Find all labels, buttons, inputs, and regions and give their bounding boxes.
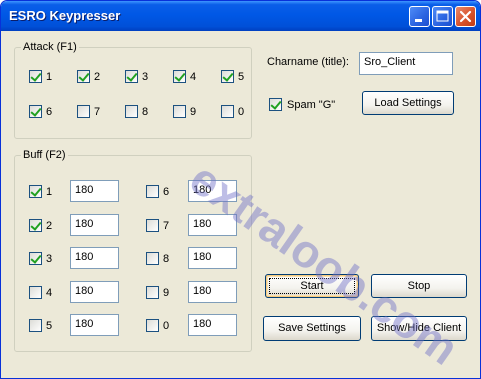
- charname-label: Charname (title):: [267, 56, 349, 68]
- attack-checkbox[interactable]: [173, 105, 186, 118]
- attack-checkbox[interactable]: [125, 105, 138, 118]
- charname-input[interactable]: Sro_Client: [359, 52, 453, 75]
- attack-checkbox-label: 1: [46, 71, 53, 83]
- buff-checkbox[interactable]: [29, 252, 42, 265]
- attack-checkbox-label: 5: [238, 71, 245, 83]
- buff-checkbox-label: 3: [46, 253, 53, 265]
- load-settings-button[interactable]: Load Settings: [362, 91, 454, 115]
- close-button[interactable]: [455, 6, 476, 27]
- close-icon: [459, 10, 472, 23]
- spam-g-checkbox[interactable]: [269, 98, 282, 111]
- buff-checkbox-label: 4: [46, 287, 53, 299]
- minimize-icon: [415, 19, 422, 22]
- buff-interval-input[interactable]: 180: [188, 214, 237, 236]
- buff-interval-input[interactable]: 180: [70, 247, 119, 269]
- attack-checkbox[interactable]: [29, 105, 42, 118]
- attack-checkbox-label: 7: [94, 106, 101, 118]
- spam-g-label: Spam "G": [287, 99, 336, 111]
- show-hide-client-button[interactable]: Show/Hide Client: [371, 316, 467, 341]
- buff-checkbox-label: 7: [163, 220, 170, 232]
- buff-checkbox[interactable]: [29, 219, 42, 232]
- buff-checkbox-label: 8: [163, 253, 170, 265]
- attack-checkbox[interactable]: [125, 70, 138, 83]
- buff-checkbox[interactable]: [29, 185, 42, 198]
- buff-checkbox[interactable]: [146, 185, 159, 198]
- attack-checkbox[interactable]: [29, 70, 42, 83]
- attack-checkbox-label: 8: [142, 106, 149, 118]
- buff-checkbox[interactable]: [146, 219, 159, 232]
- minimize-button[interactable]: [409, 6, 430, 27]
- attack-group-label: Attack (F1): [21, 41, 79, 53]
- buff-checkbox-label: 9: [163, 287, 170, 299]
- attack-checkbox-label: 4: [190, 71, 197, 83]
- buff-group: Buff (F2) 1 180 2 180 3 180 4 180 5 180 6 180 7 180 8 1…: [14, 149, 252, 352]
- attack-checkbox-label: 6: [46, 106, 53, 118]
- attack-group: Attack (F1) 1 2 3 4 5 6 7 8 9 0: [14, 41, 252, 139]
- buff-interval-input[interactable]: 180: [188, 180, 237, 202]
- window-title: ESRO Keypresser: [9, 8, 121, 23]
- buff-group-label: Buff (F2): [21, 149, 68, 161]
- attack-checkbox[interactable]: [221, 70, 234, 83]
- buff-interval-input[interactable]: 180: [70, 281, 119, 303]
- attack-checkbox-label: 0: [238, 106, 245, 118]
- attack-checkbox[interactable]: [77, 105, 90, 118]
- buff-interval-input[interactable]: 180: [188, 314, 237, 336]
- attack-checkbox[interactable]: [77, 70, 90, 83]
- buff-checkbox-label: 5: [46, 320, 53, 332]
- app-window: ESRO Keypresser Attack (F1) 1 2 3 4 5 6 7 8 9 0 B…: [0, 0, 481, 379]
- start-button[interactable]: Start: [265, 274, 359, 298]
- buff-checkbox[interactable]: [146, 252, 159, 265]
- client-area: Attack (F1) 1 2 3 4 5 6 7 8 9 0 Buff (F2) 1 180 2 18…: [4, 31, 477, 376]
- buff-checkbox[interactable]: [146, 319, 159, 332]
- buff-checkbox[interactable]: [29, 286, 42, 299]
- buff-interval-input[interactable]: 180: [70, 214, 119, 236]
- focus-indicator: [269, 278, 355, 294]
- attack-checkbox-label: 3: [142, 71, 149, 83]
- buff-interval-input[interactable]: 180: [70, 180, 119, 202]
- buff-checkbox[interactable]: [29, 319, 42, 332]
- title-bar[interactable]: ESRO Keypresser: [1, 1, 480, 31]
- buff-checkbox-label: 2: [46, 220, 53, 232]
- attack-checkbox[interactable]: [173, 70, 186, 83]
- stop-button[interactable]: Stop: [371, 274, 467, 298]
- buff-checkbox-label: 0: [163, 320, 170, 332]
- buff-checkbox-label: 1: [46, 186, 53, 198]
- attack-checkbox[interactable]: [221, 105, 234, 118]
- maximize-icon: [436, 10, 449, 22]
- buff-interval-input[interactable]: 180: [70, 314, 119, 336]
- attack-checkbox-label: 2: [94, 71, 101, 83]
- buff-interval-input[interactable]: 180: [188, 247, 237, 269]
- buff-interval-input[interactable]: 180: [188, 281, 237, 303]
- buff-checkbox[interactable]: [146, 286, 159, 299]
- maximize-button[interactable]: [432, 6, 453, 27]
- buff-checkbox-label: 6: [163, 186, 170, 198]
- attack-checkbox-label: 9: [190, 106, 197, 118]
- save-settings-button[interactable]: Save Settings: [263, 316, 361, 341]
